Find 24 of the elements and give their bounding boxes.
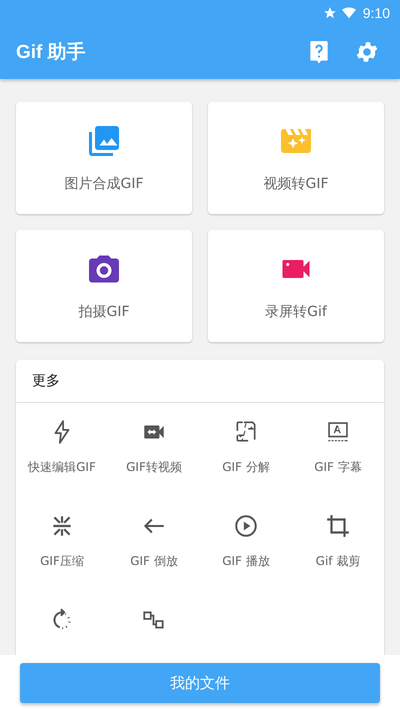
feature-card[interactable]: 录屏转Gif bbox=[208, 230, 384, 342]
feature-card[interactable]: 图片合成GIF bbox=[16, 102, 192, 214]
section-title: 更多 bbox=[16, 360, 384, 403]
tool-label[interactable]: 快速编辑GIF bbox=[28, 459, 96, 476]
photos-icon bbox=[86, 123, 122, 159]
card-label: 拍摄GIF bbox=[78, 303, 130, 321]
tool-label[interactable]: GIF 倒放 bbox=[130, 553, 178, 570]
tool-label[interactable]: GIF 字幕 bbox=[314, 459, 362, 476]
card-label: 录屏转Gif bbox=[265, 303, 327, 321]
tool-label[interactable]: GIF压缩 bbox=[40, 553, 84, 570]
wifi-icon bbox=[342, 6, 356, 20]
card-label: 视频转GIF bbox=[263, 175, 329, 193]
tool-label[interactable]: GIF转视频 bbox=[126, 459, 182, 476]
star-icon bbox=[322, 6, 337, 20]
app-title: Gif 助手 bbox=[16, 40, 86, 65]
status-time: 9:10 bbox=[362, 4, 390, 20]
card-label: 图片合成GIF bbox=[64, 175, 144, 193]
tool-label[interactable]: GIF 播放 bbox=[222, 553, 270, 570]
tool-label[interactable]: Gif 裁剪 bbox=[316, 553, 360, 570]
crop-icon[interactable] bbox=[325, 513, 351, 539]
tool-label[interactable]: GIF 分解 bbox=[222, 459, 270, 476]
feature-card[interactable]: 拍摄GIF bbox=[16, 230, 192, 342]
play-icon[interactable] bbox=[233, 513, 259, 539]
feature-card[interactable]: 视频转GIF bbox=[208, 102, 384, 214]
